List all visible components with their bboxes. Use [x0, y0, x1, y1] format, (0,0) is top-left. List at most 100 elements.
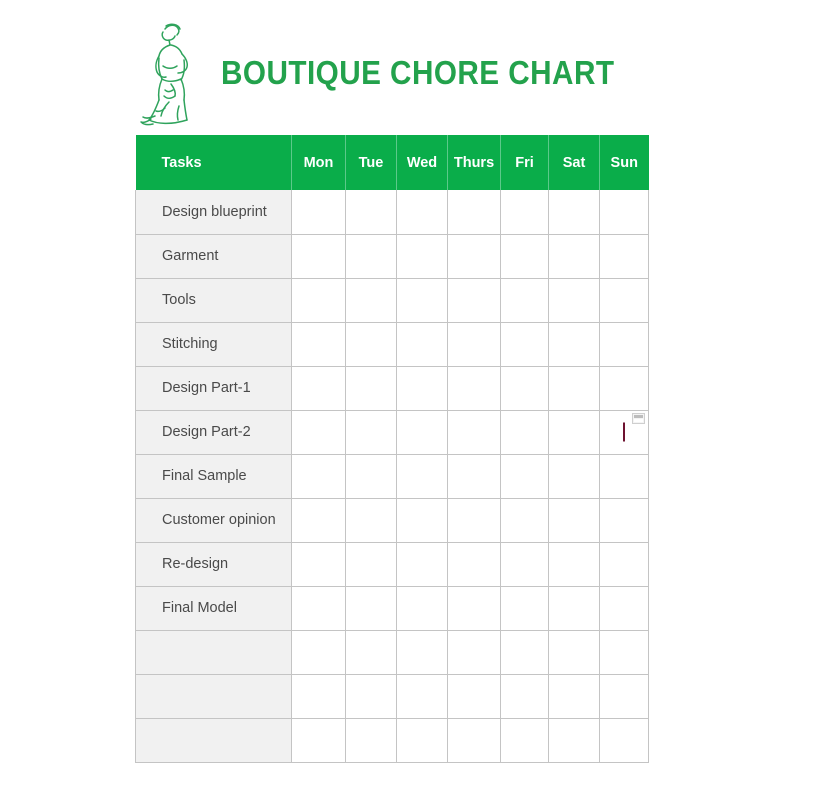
task-day-cell-sat[interactable] — [548, 718, 600, 763]
task-day-cell-tue[interactable] — [345, 542, 397, 587]
task-day-cell-thu[interactable] — [447, 674, 501, 719]
task-name-cell[interactable]: Stitching — [135, 322, 292, 367]
column-header-fri[interactable]: Fri — [500, 135, 549, 190]
task-day-cell-mon[interactable] — [291, 586, 346, 631]
task-day-cell-fri[interactable] — [500, 190, 549, 235]
task-day-cell-tue[interactable] — [345, 586, 397, 631]
column-header-sat[interactable]: Sat — [548, 135, 600, 190]
task-day-cell-sun[interactable] — [599, 410, 649, 455]
task-day-cell-mon[interactable] — [291, 366, 346, 411]
column-header-tasks[interactable]: Tasks — [135, 135, 292, 190]
task-day-cell-mon[interactable] — [291, 410, 346, 455]
task-day-cell-tue[interactable] — [345, 366, 397, 411]
task-day-cell-wed[interactable] — [396, 674, 448, 719]
task-day-cell-sat[interactable] — [548, 190, 600, 235]
task-day-cell-mon[interactable] — [291, 454, 346, 499]
task-day-cell-tue[interactable] — [345, 718, 397, 763]
task-day-cell-tue[interactable] — [345, 454, 397, 499]
task-day-cell-wed[interactable] — [396, 278, 448, 323]
task-day-cell-fri[interactable] — [500, 498, 549, 543]
task-day-cell-thu[interactable] — [447, 454, 501, 499]
column-header-wed[interactable]: Wed — [396, 135, 448, 190]
task-day-cell-thu[interactable] — [447, 322, 501, 367]
task-day-cell-tue[interactable] — [345, 278, 397, 323]
task-day-cell-fri[interactable] — [500, 410, 549, 455]
task-day-cell-wed[interactable] — [396, 718, 448, 763]
task-day-cell-wed[interactable] — [396, 366, 448, 411]
task-day-cell-fri[interactable] — [500, 234, 549, 279]
task-day-cell-fri[interactable] — [500, 630, 549, 675]
task-day-cell-sun[interactable] — [599, 674, 649, 719]
task-day-cell-tue[interactable] — [345, 190, 397, 235]
task-day-cell-tue[interactable] — [345, 410, 397, 455]
task-day-cell-fri[interactable] — [500, 674, 549, 719]
task-day-cell-wed[interactable] — [396, 410, 448, 455]
task-day-cell-sun[interactable] — [599, 498, 649, 543]
task-day-cell-tue[interactable] — [345, 630, 397, 675]
task-day-cell-mon[interactable] — [291, 542, 346, 587]
task-day-cell-wed[interactable] — [396, 454, 448, 499]
task-name-cell[interactable]: Design Part-2 — [135, 410, 292, 455]
task-day-cell-mon[interactable] — [291, 498, 346, 543]
task-day-cell-fri[interactable] — [500, 542, 549, 587]
task-day-cell-wed[interactable] — [396, 542, 448, 587]
task-day-cell-fri[interactable] — [500, 454, 549, 499]
task-day-cell-tue[interactable] — [345, 498, 397, 543]
task-day-cell-wed[interactable] — [396, 630, 448, 675]
task-day-cell-sun[interactable] — [599, 322, 649, 367]
task-day-cell-sat[interactable] — [548, 410, 600, 455]
task-day-cell-wed[interactable] — [396, 322, 448, 367]
task-day-cell-tue[interactable] — [345, 322, 397, 367]
task-day-cell-sat[interactable] — [548, 542, 600, 587]
task-day-cell-sat[interactable] — [548, 630, 600, 675]
task-day-cell-thu[interactable] — [447, 190, 501, 235]
task-day-cell-sat[interactable] — [548, 278, 600, 323]
task-day-cell-sat[interactable] — [548, 498, 600, 543]
task-day-cell-sat[interactable] — [548, 366, 600, 411]
task-day-cell-mon[interactable] — [291, 190, 346, 235]
task-name-cell[interactable] — [135, 718, 292, 763]
task-day-cell-thu[interactable] — [447, 542, 501, 587]
task-day-cell-wed[interactable] — [396, 234, 448, 279]
task-name-cell[interactable]: Design blueprint — [135, 190, 292, 235]
task-day-cell-tue[interactable] — [345, 234, 397, 279]
task-name-cell[interactable]: Final Sample — [135, 454, 292, 499]
task-name-cell[interactable]: Design Part-1 — [135, 366, 292, 411]
column-header-tue[interactable]: Tue — [345, 135, 397, 190]
task-day-cell-thu[interactable] — [447, 234, 501, 279]
column-header-thurs[interactable]: Thurs — [447, 135, 501, 190]
task-day-cell-sat[interactable] — [548, 586, 600, 631]
task-day-cell-wed[interactable] — [396, 586, 448, 631]
task-day-cell-sat[interactable] — [548, 674, 600, 719]
task-day-cell-fri[interactable] — [500, 718, 549, 763]
task-day-cell-wed[interactable] — [396, 190, 448, 235]
task-day-cell-sun[interactable] — [599, 542, 649, 587]
column-header-mon[interactable]: Mon — [291, 135, 346, 190]
task-name-cell[interactable]: Garment — [135, 234, 292, 279]
task-name-cell[interactable] — [135, 674, 292, 719]
task-day-cell-sun[interactable] — [599, 454, 649, 499]
task-day-cell-fri[interactable] — [500, 278, 549, 323]
task-day-cell-sat[interactable] — [548, 454, 600, 499]
task-day-cell-sun[interactable] — [599, 630, 649, 675]
column-header-sun[interactable]: Sun — [599, 135, 649, 190]
task-day-cell-sun[interactable] — [599, 718, 649, 763]
task-day-cell-tue[interactable] — [345, 674, 397, 719]
task-day-cell-mon[interactable] — [291, 278, 346, 323]
task-day-cell-thu[interactable] — [447, 278, 501, 323]
task-name-cell[interactable] — [135, 630, 292, 675]
task-day-cell-thu[interactable] — [447, 410, 501, 455]
task-name-cell[interactable]: Customer opinion — [135, 498, 292, 543]
task-day-cell-sun[interactable] — [599, 366, 649, 411]
task-day-cell-thu[interactable] — [447, 586, 501, 631]
task-day-cell-mon[interactable] — [291, 322, 346, 367]
task-day-cell-wed[interactable] — [396, 498, 448, 543]
task-day-cell-sat[interactable] — [548, 234, 600, 279]
task-name-cell[interactable]: Final Model — [135, 586, 292, 631]
task-name-cell[interactable]: Re-design — [135, 542, 292, 587]
task-day-cell-thu[interactable] — [447, 630, 501, 675]
task-name-cell[interactable]: Tools — [135, 278, 292, 323]
task-day-cell-thu[interactable] — [447, 718, 501, 763]
task-day-cell-fri[interactable] — [500, 366, 549, 411]
task-day-cell-sun[interactable] — [599, 278, 649, 323]
